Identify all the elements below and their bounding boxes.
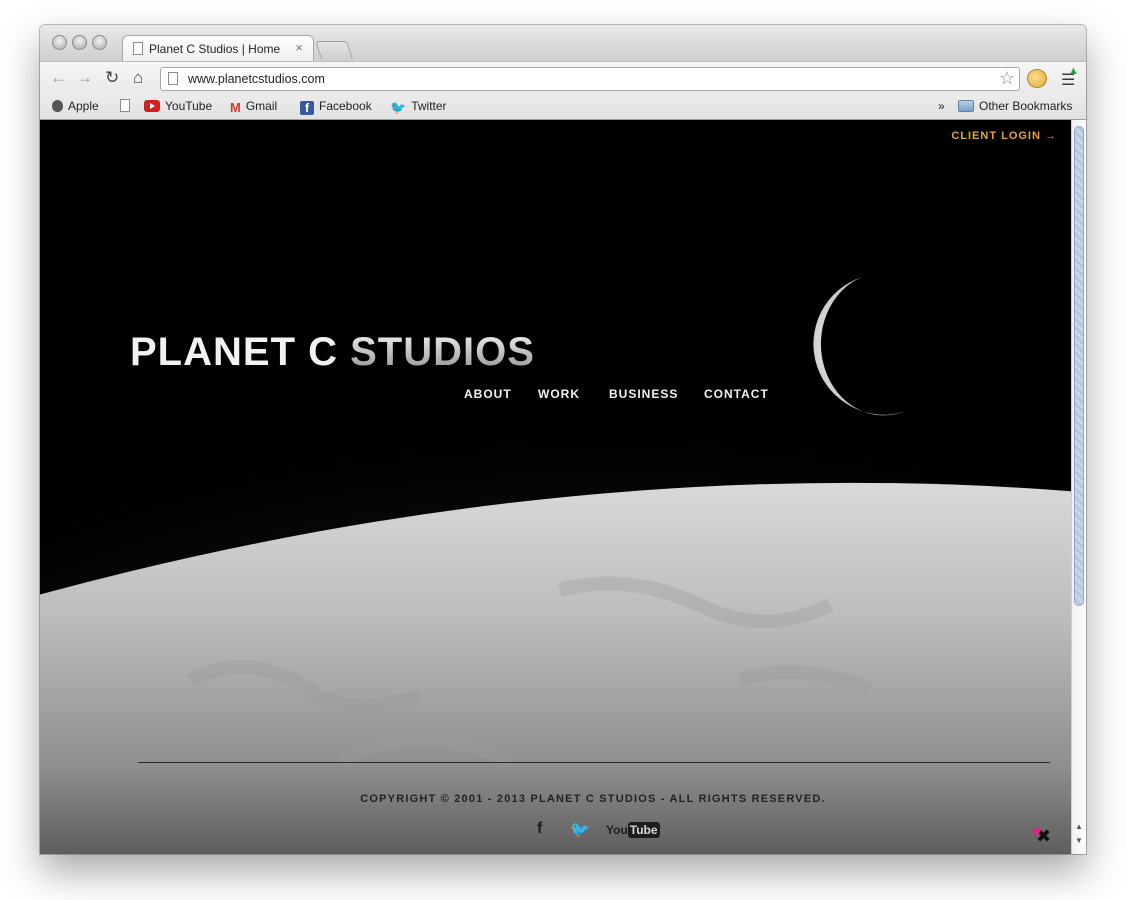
- toolbar: ← → ↻ ⌂ www.planetcstudios.com ☆ ☰ ▲: [40, 61, 1086, 94]
- youtube-tube-text: Tube: [627, 822, 660, 838]
- footer-divider: [138, 762, 1050, 763]
- url-text: www.planetcstudios.com: [188, 72, 325, 86]
- new-tab-button[interactable]: [315, 41, 353, 59]
- menu-icon[interactable]: ☰ ▲: [1061, 65, 1079, 90]
- bookmarks-overflow-icon[interactable]: »: [938, 99, 945, 113]
- logo-text-planet-c: PLANET C: [130, 330, 351, 374]
- client-login-link[interactable]: CLIENT LOGIN →: [951, 130, 1057, 142]
- close-window-button[interactable]: [52, 35, 67, 50]
- site-logo[interactable]: PLANET C STUDIOS: [130, 330, 535, 375]
- tab-title: Planet C Studios | Home: [149, 42, 281, 56]
- twitter-icon[interactable]: 🐦: [570, 820, 590, 840]
- scroll-down-icon[interactable]: ▼: [1075, 836, 1083, 845]
- page-viewport: CLIENT LOGIN → PLANET C STUDIOS ABOUT WO…: [40, 120, 1071, 854]
- bookmark-label: Gmail: [245, 99, 278, 113]
- bookmark-label: Facebook: [319, 99, 372, 113]
- bookmark-gmail[interactable]: M Gmail: [230, 99, 277, 115]
- logo-text-studios: STUDIOS: [350, 330, 535, 374]
- page-icon: [120, 99, 130, 112]
- youtube-you-text: You: [606, 823, 628, 837]
- vertical-scrollbar[interactable]: ▲ ▼: [1071, 120, 1086, 854]
- home-icon[interactable]: ⌂: [133, 68, 143, 88]
- facebook-icon[interactable]: f: [537, 820, 542, 838]
- tab-strip: Planet C Studios | Home ×: [40, 25, 1086, 62]
- tab-planet-c-studios[interactable]: Planet C Studios | Home ×: [122, 35, 314, 62]
- facebook-icon: f: [300, 101, 314, 115]
- update-arrow-icon: ▲: [1068, 65, 1079, 77]
- bookmark-label: Other Bookmarks: [979, 99, 1073, 113]
- youtube-icon: [144, 100, 160, 112]
- reload-icon[interactable]: ↻: [105, 68, 119, 88]
- bookmark-youtube[interactable]: YouTube: [144, 99, 212, 113]
- scroll-up-icon[interactable]: ▲: [1075, 822, 1083, 831]
- bookmark-label: Apple: [68, 99, 99, 113]
- folder-icon: [958, 100, 974, 112]
- bookmark-blank[interactable]: [120, 99, 135, 113]
- nav-business[interactable]: BUSINESS: [609, 387, 678, 401]
- scrollbar-thumb[interactable]: [1074, 126, 1084, 606]
- bookmark-label: Twitter: [411, 99, 447, 113]
- bookmark-label: YouTube: [165, 99, 213, 113]
- gmail-icon: M: [230, 100, 241, 115]
- page-icon: [168, 72, 178, 85]
- tab-close-icon[interactable]: ×: [295, 40, 303, 55]
- extension-icon[interactable]: [1027, 69, 1047, 88]
- bookmark-apple[interactable]: Apple: [52, 99, 99, 113]
- planet-illustration: [40, 277, 1071, 854]
- apple-icon: [52, 100, 63, 112]
- heart-icon: ♥: [1032, 824, 1042, 841]
- twitter-icon: 🐦: [390, 100, 407, 115]
- nav-work[interactable]: WORK: [538, 387, 580, 401]
- address-bar[interactable]: www.planetcstudios.com ☆: [160, 67, 1020, 91]
- youtube-icon[interactable]: You Tube: [606, 822, 660, 838]
- bookmark-star-icon[interactable]: ☆: [999, 68, 1015, 89]
- minimize-window-button[interactable]: [72, 35, 87, 50]
- page-icon: [133, 42, 143, 55]
- corner-badge-icon[interactable]: ♥ ✖: [1032, 824, 1051, 847]
- zoom-window-button[interactable]: [92, 35, 107, 50]
- back-icon[interactable]: ←: [50, 68, 67, 88]
- other-bookmarks[interactable]: Other Bookmarks: [958, 99, 1072, 113]
- copyright-text: COPYRIGHT © 2001 - 2013 PLANET C STUDIOS…: [360, 793, 826, 805]
- forward-icon[interactable]: →: [76, 68, 93, 88]
- nav-about[interactable]: ABOUT: [464, 387, 512, 401]
- browser-window: Planet C Studios | Home × ← → ↻ ⌂ www.pl…: [40, 25, 1086, 854]
- bookmark-twitter[interactable]: 🐦 Twitter: [390, 99, 447, 116]
- bookmark-facebook[interactable]: f Facebook: [300, 99, 372, 115]
- bookmarks-bar: Apple YouTube M Gmail f Facebook 🐦 Twitter …: [40, 93, 1086, 120]
- nav-contact[interactable]: CONTACT: [704, 387, 769, 401]
- crescent-moon: [813, 277, 906, 416]
